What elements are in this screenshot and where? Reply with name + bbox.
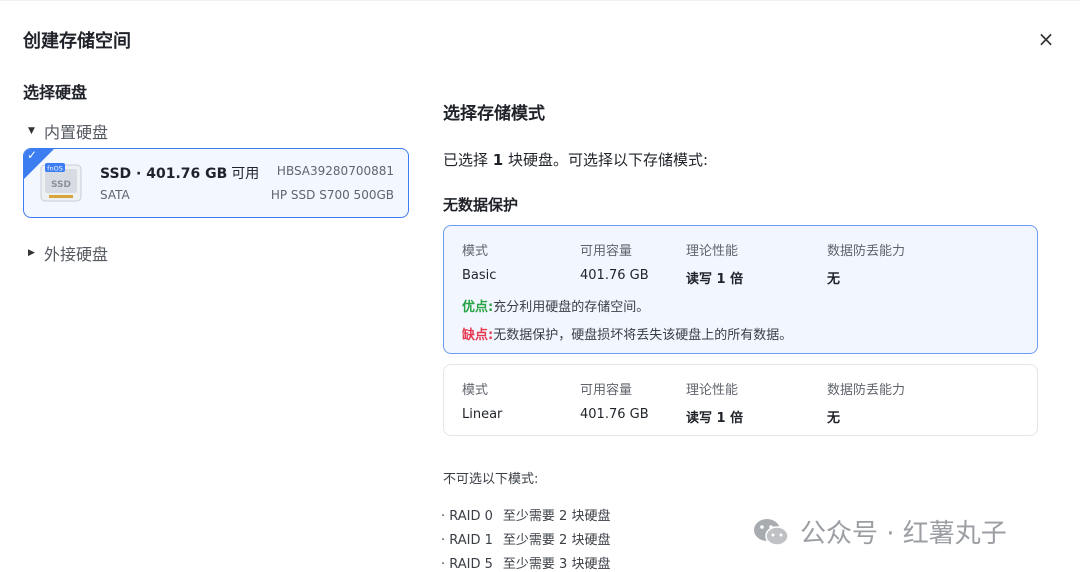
- mode-protection: 无: [827, 411, 841, 426]
- unavailable-mode-raid1: · RAID 1 至少需要 2 块硬盘: [441, 529, 610, 548]
- raid-requirement: 至少需要 2 块硬盘: [502, 509, 611, 524]
- mode-card-basic[interactable]: 模式 可用容量 理论性能 数据防丢能力 Basic 401.76 GB 读写 1…: [443, 225, 1038, 354]
- mode-capacity: 401.76 GB: [580, 268, 649, 283]
- disk-card-ssd[interactable]: ✓ fnOS SSD SSD · 401.76 GB 可用 SATA HBSA39…: [23, 148, 409, 218]
- header-performance: 理论性能: [686, 383, 739, 398]
- internal-disk-group[interactable]: ▼ 内置硬盘: [28, 119, 108, 143]
- disk-serial: HBSA39280700881: [276, 164, 394, 178]
- mode-performance: 读写 1 倍: [686, 411, 744, 426]
- ssd-icon: fnOS SSD: [40, 163, 82, 202]
- watermark-text: 公众号 · 红薯丸子: [800, 519, 1007, 549]
- close-icon[interactable]: ×: [1034, 27, 1058, 51]
- no-protection-heading: 无数据保护: [443, 196, 519, 214]
- check-icon: ✓: [27, 148, 38, 162]
- cons-label: 缺点:: [462, 328, 494, 343]
- selected-disk-summary: 已选择 1 块硬盘。可选择以下存储模式:: [443, 149, 708, 170]
- wechat-icon: [754, 518, 789, 546]
- caret-right-icon: ▶: [28, 248, 35, 258]
- unavailable-mode-raid0: · RAID 0 至少需要 2 块硬盘: [441, 505, 610, 524]
- header-capacity: 可用容量: [580, 244, 633, 259]
- dialog-title: 创建存储空间: [23, 31, 131, 52]
- ssd-icon-label: SSD: [51, 180, 71, 190]
- external-disk-group-label: 外接硬盘: [44, 245, 109, 264]
- mode-pros: 优点:充分利用硬盘的存储空间。: [462, 296, 649, 315]
- unavailable-modes-heading: 不可选以下模式:: [443, 472, 539, 487]
- watermark: 公众号 · 红薯丸子: [752, 513, 1007, 550]
- unavailable-mode-raid5: · RAID 5 至少需要 3 块硬盘: [441, 553, 610, 572]
- raid-name: · RAID 1: [441, 533, 493, 548]
- mode-capacity: 401.76 GB: [580, 407, 649, 422]
- fnos-badge: fnOS: [47, 165, 63, 173]
- summary-prefix: 已选择: [443, 151, 493, 169]
- header-protection: 数据防丢能力: [827, 383, 906, 398]
- header-capacity: 可用容量: [580, 383, 633, 398]
- raid-requirement: 至少需要 2 块硬盘: [502, 533, 611, 548]
- mode-cons: 缺点:无数据保护，硬盘损坏将丢失该硬盘上的所有数据。: [462, 324, 792, 343]
- mode-card-linear[interactable]: 模式 可用容量 理论性能 数据防丢能力 Linear 401.76 GB 读写 …: [443, 364, 1038, 436]
- internal-disk-group-label: 内置硬盘: [44, 123, 109, 142]
- disk-size: SSD · 401.76 GB: [100, 166, 228, 182]
- header-performance: 理论性能: [686, 244, 739, 259]
- pros-text: 充分利用硬盘的存储空间。: [493, 300, 650, 315]
- disk-name: SSD · 401.76 GB 可用: [100, 163, 259, 183]
- mode-name: Linear: [462, 407, 503, 422]
- disk-interface: SATA: [100, 188, 130, 202]
- external-disk-group[interactable]: ▶ 外接硬盘: [28, 241, 108, 265]
- create-storage-dialog: 创建存储空间 × 选择硬盘 ▼ 内置硬盘 ✓ fnOS SSD SSD · 40…: [0, 0, 1080, 572]
- mode-name: Basic: [462, 268, 497, 283]
- pros-label: 优点:: [462, 300, 494, 315]
- cons-text: 无数据保护，硬盘损坏将丢失该硬盘上的所有数据。: [493, 328, 793, 343]
- summary-count: 1: [492, 151, 504, 169]
- disk-avail: 可用: [231, 166, 260, 182]
- mode-performance: 读写 1 倍: [686, 272, 744, 287]
- raid-name: · RAID 0: [441, 509, 493, 524]
- mode-protection: 无: [827, 272, 841, 287]
- raid-requirement: 至少需要 3 块硬盘: [502, 557, 611, 572]
- select-disk-heading: 选择硬盘: [23, 83, 88, 102]
- caret-down-icon: ▼: [28, 126, 35, 136]
- header-mode: 模式: [462, 244, 489, 259]
- disk-model: HP SSD S700 500GB: [270, 188, 394, 202]
- header-mode: 模式: [462, 383, 489, 398]
- summary-suffix: 块硬盘。可选择以下存储模式:: [503, 151, 709, 169]
- raid-name: · RAID 5: [441, 557, 493, 572]
- storage-mode-heading: 选择存储模式: [443, 104, 545, 124]
- header-protection: 数据防丢能力: [827, 244, 906, 259]
